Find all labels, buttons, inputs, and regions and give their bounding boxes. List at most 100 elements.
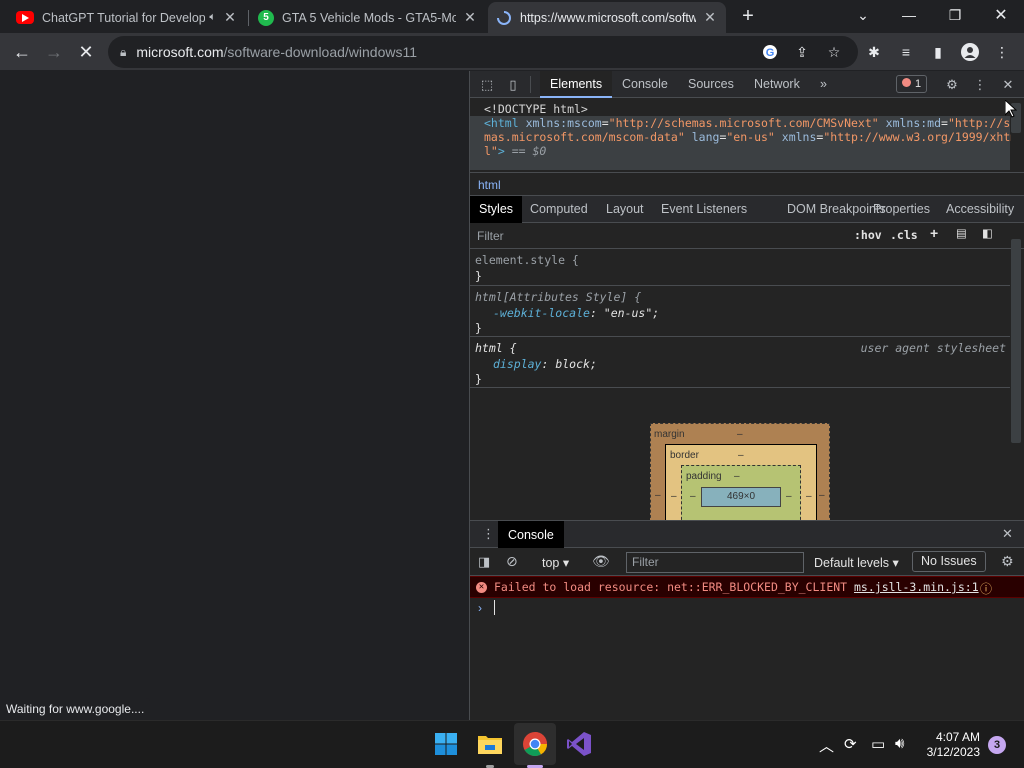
media-control-icon[interactable]: ≡ xyxy=(896,42,916,62)
padding-left-value: – xyxy=(690,491,696,502)
stop-loading-button[interactable]: ✕ xyxy=(74,40,98,64)
clear-console-icon[interactable]: ⊘ xyxy=(506,553,518,570)
tab-sources[interactable]: Sources xyxy=(678,71,744,98)
lock-icon[interactable]: 🔒︎ xyxy=(120,45,126,60)
dom-html-node-end[interactable]: l"> == $0 xyxy=(484,144,1011,158)
rule-element-style[interactable]: element.style { } xyxy=(470,249,1010,286)
volume-icon[interactable]: 🔊︎ xyxy=(895,735,904,752)
tab-console[interactable]: Console xyxy=(612,71,678,98)
settings-gear-icon[interactable]: ⚙ xyxy=(943,76,961,94)
device-toolbar-icon[interactable]: ▯ xyxy=(504,76,522,94)
forward-button[interactable]: → xyxy=(42,40,66,64)
tab-layout[interactable]: Layout xyxy=(597,196,653,223)
close-drawer-icon[interactable]: ✕ xyxy=(1002,526,1013,542)
drawer-tab-bar: ⋮ Console ✕ xyxy=(470,520,1024,549)
google-lens-icon[interactable]: G xyxy=(760,42,780,62)
tab-computed[interactable]: Computed xyxy=(521,196,597,223)
devtools-panel: ⬚ ▯ Elements Console Sources Network » 1… xyxy=(469,71,1024,720)
notification-badge[interactable]: 3 xyxy=(988,736,1006,754)
border-left-value: – xyxy=(671,491,677,502)
issues-button[interactable]: No Issues xyxy=(912,551,986,572)
visual-studio-icon[interactable] xyxy=(564,729,594,759)
tab-event-listeners[interactable]: Event Listeners xyxy=(652,196,756,223)
error-source-link[interactable]: ms.jsll-3.min.js:1 xyxy=(854,577,979,597)
file-explorer-icon[interactable] xyxy=(475,729,505,759)
box-model-content[interactable]: 469×0 xyxy=(701,487,781,507)
hov-toggle[interactable]: :hov xyxy=(854,228,882,242)
rule-html-user-agent[interactable]: html { user agent stylesheet display: bl… xyxy=(470,337,1010,388)
console-filter-input[interactable]: Filter xyxy=(626,552,804,573)
back-button[interactable]: ← xyxy=(10,40,34,64)
devtools-menu-icon[interactable]: ⋮ xyxy=(971,76,989,94)
tab-title: https://www.microsoft.com/softw xyxy=(520,10,696,25)
bookmark-star-icon[interactable]: ☆ xyxy=(824,42,844,62)
close-devtools-icon[interactable]: ✕ xyxy=(999,76,1017,94)
speaker-icon[interactable]: 🔈︎ xyxy=(209,11,216,24)
drawer-tab-console[interactable]: Console xyxy=(498,521,564,549)
tab-elements[interactable]: Elements xyxy=(540,71,613,98)
chrome-icon[interactable] xyxy=(520,729,550,759)
context-label: top xyxy=(542,556,560,570)
tab-network[interactable]: Network xyxy=(744,71,810,98)
inspect-element-icon[interactable]: ⬚ xyxy=(478,76,496,94)
system-clock[interactable]: 4:07 AM 3/12/2023 xyxy=(927,730,980,760)
side-panel-icon[interactable]: ▮ xyxy=(928,42,948,62)
minimize-button[interactable]: — xyxy=(886,0,932,30)
browser-menu-icon[interactable]: ⋮ xyxy=(992,42,1012,62)
show-hidden-icons-chevron[interactable]: ︿ xyxy=(819,735,834,756)
css-property: display xyxy=(493,356,542,371)
tab-styles[interactable]: Styles xyxy=(470,196,523,223)
share-icon[interactable]: ⇪ xyxy=(792,42,812,62)
tab-properties[interactable]: Properties xyxy=(864,196,939,223)
live-expression-eye-icon[interactable]: 👁︎ xyxy=(592,553,610,570)
console-input-caret[interactable] xyxy=(494,600,495,615)
paint-roller-icon[interactable]: ▤ xyxy=(956,226,967,240)
dom-html-node[interactable]: <html xmlns:mscom="http://schemas.micros… xyxy=(484,116,1011,130)
tab-microsoft[interactable]: https://www.microsoft.com/softw ✕ xyxy=(488,2,726,33)
styles-filter-input[interactable]: Filter xyxy=(472,226,844,246)
log-levels-dropdown[interactable]: Default levels ▾ xyxy=(814,555,899,570)
border-right-value: – xyxy=(806,491,812,502)
profile-avatar-icon[interactable] xyxy=(960,42,980,62)
understand-message-icon[interactable]: ⓘ xyxy=(980,579,992,599)
attr-name: xmlns:md xyxy=(885,116,942,130)
close-tab-icon[interactable]: ✕ xyxy=(462,9,478,26)
extensions-puzzle-icon[interactable]: ✱ xyxy=(864,42,884,62)
drawer-menu-icon[interactable]: ⋮ xyxy=(482,526,495,542)
more-tabs-icon[interactable]: » xyxy=(810,71,837,98)
rule-selector: html[Attributes Style] { xyxy=(475,290,642,304)
tab-youtube[interactable]: ChatGPT Tutorial for Develop 🔈︎ ✕ xyxy=(8,2,246,33)
console-error-message: ✕ Failed to load resource: net::ERR_BLOC… xyxy=(470,576,1024,598)
breadcrumb-html[interactable]: html xyxy=(478,178,501,192)
cls-toggle[interactable]: .cls xyxy=(890,228,918,242)
windows-start-icon[interactable] xyxy=(431,729,461,759)
box-model-margin[interactable]: margin – – – border – – – padding – – – … xyxy=(650,423,830,525)
tab-gta5mods[interactable]: 5 GTA 5 Vehicle Mods - GTA5-Mod ✕ xyxy=(250,2,486,33)
close-window-button[interactable]: ✕ xyxy=(978,0,1024,30)
box-model-padding[interactable]: padding – – – 469×0 xyxy=(681,465,801,525)
new-style-rule-icon[interactable]: + xyxy=(930,225,938,241)
rule-html-attributes[interactable]: html[Attributes Style] { -webkit-locale:… xyxy=(470,286,1010,337)
tab-search-chevron-icon[interactable]: ⌄ xyxy=(840,0,886,30)
address-bar[interactable]: 🔒︎ microsoft.com/software-download/windo… xyxy=(108,36,858,68)
restore-button[interactable]: ❐ xyxy=(932,0,978,30)
styles-scrollbar[interactable] xyxy=(1011,239,1021,443)
error-count-badge[interactable]: 1 xyxy=(896,75,928,93)
box-model-border[interactable]: border – – – padding – – – 469×0 xyxy=(665,444,817,525)
dom-doctype[interactable]: <!DOCTYPE html> xyxy=(484,102,1011,116)
close-tab-icon[interactable]: ✕ xyxy=(702,9,718,26)
toggle-sidebar-icon[interactable]: ◧ xyxy=(982,226,993,240)
new-tab-button[interactable]: + xyxy=(738,6,758,26)
console-sidebar-icon[interactable]: ◨ xyxy=(478,554,490,570)
close-tab-icon[interactable]: ✕ xyxy=(222,9,238,26)
tab-title: ChatGPT Tutorial for Develop xyxy=(42,10,206,25)
tab-accessibility[interactable]: Accessibility xyxy=(937,196,1023,223)
css-property: -webkit-locale xyxy=(493,305,590,320)
attr-value: "http://sche xyxy=(947,116,1011,130)
dom-html-node-cont[interactable]: mas.microsoft.com/mscom-data" lang="en-u… xyxy=(484,130,1011,144)
url-path: /software-download/windows11 xyxy=(223,44,418,60)
console-settings-gear-icon[interactable]: ⚙ xyxy=(1001,553,1014,570)
context-selector[interactable]: top ▾ xyxy=(542,555,569,570)
sync-alert-icon[interactable]: ⟳ xyxy=(844,735,857,753)
network-display-icon[interactable]: ▭ xyxy=(871,735,885,753)
